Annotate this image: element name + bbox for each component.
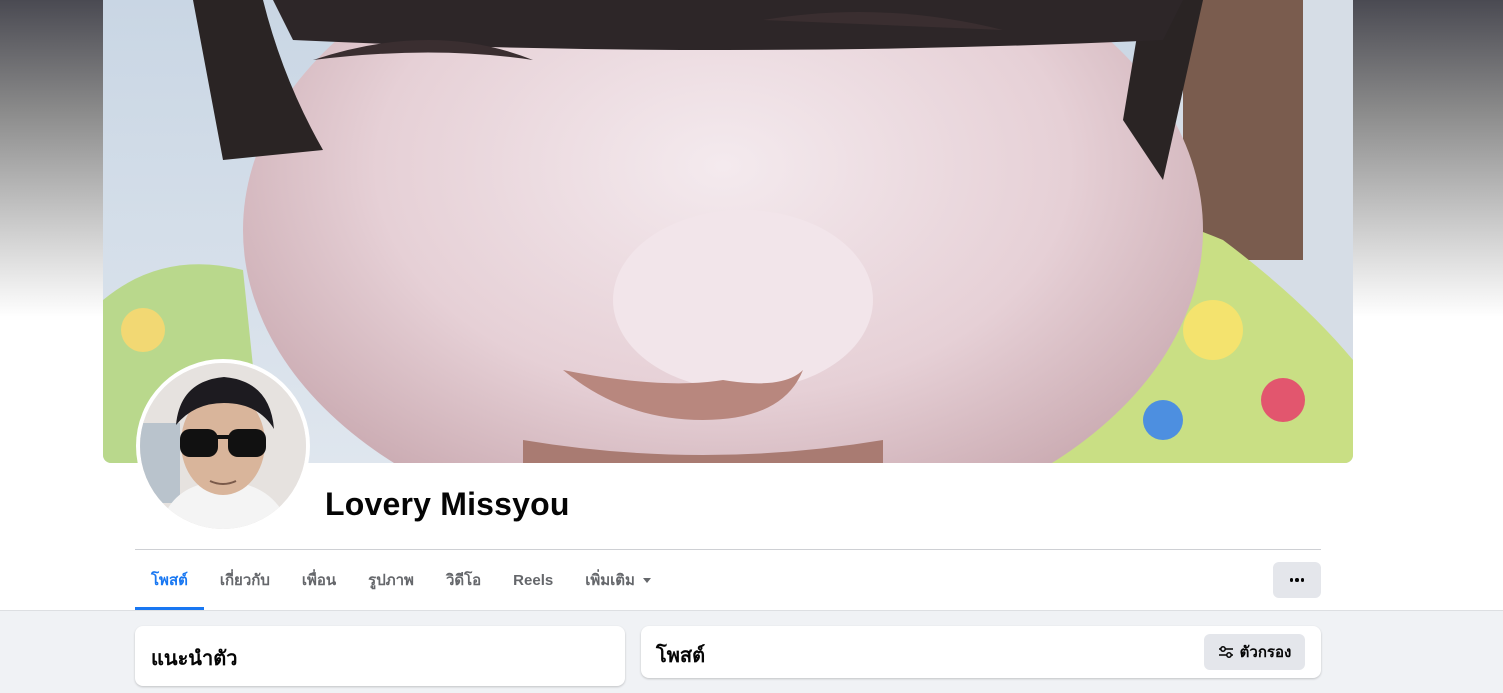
tab-reels[interactable]: Reels: [497, 550, 569, 610]
tab-label: Reels: [513, 571, 554, 589]
avatar: [140, 363, 306, 529]
intro-card: แนะนำตัว: [135, 626, 625, 686]
filter-button-label: ตัวกรอง: [1239, 644, 1292, 661]
more-dots-icon: [1289, 578, 1305, 582]
filter-sliders-icon: [1218, 646, 1233, 658]
avatar-image: [140, 363, 306, 529]
caret-down-icon: [642, 577, 651, 583]
tab-friends[interactable]: เพื่อน: [286, 550, 352, 610]
tab-label: รูปภาพ: [368, 572, 414, 589]
more-options-button[interactable]: [1273, 562, 1321, 598]
tab-label: วิดีโอ: [445, 572, 482, 589]
tab-about[interactable]: เกี่ยวกับ: [204, 550, 286, 610]
tab-photos[interactable]: รูปภาพ: [352, 550, 430, 610]
profile-picture[interactable]: [136, 359, 310, 533]
posts-card: โพสต์ ตัวกรอง: [641, 626, 1321, 678]
profile-name: Lovery Missyou: [325, 486, 570, 522]
filter-button[interactable]: ตัวกรอง: [1204, 634, 1305, 670]
intro-card-title: แนะนำตัว: [151, 648, 238, 670]
profile-tabs: โพสต์ เกี่ยวกับ เพื่อน รูปภาพ วิดีโอ Ree…: [135, 550, 667, 610]
tab-label: เพิ่มเติม: [585, 572, 635, 589]
tab-label: เกี่ยวกับ: [219, 572, 270, 589]
posts-card-title: โพสต์: [656, 645, 706, 667]
tab-label: โพสต์: [151, 572, 188, 589]
tab-videos[interactable]: วิดีโอ: [430, 550, 497, 610]
tab-posts[interactable]: โพสต์: [135, 550, 204, 610]
tab-more[interactable]: เพิ่มเติม: [569, 550, 667, 610]
tab-label: เพื่อน: [301, 572, 337, 589]
